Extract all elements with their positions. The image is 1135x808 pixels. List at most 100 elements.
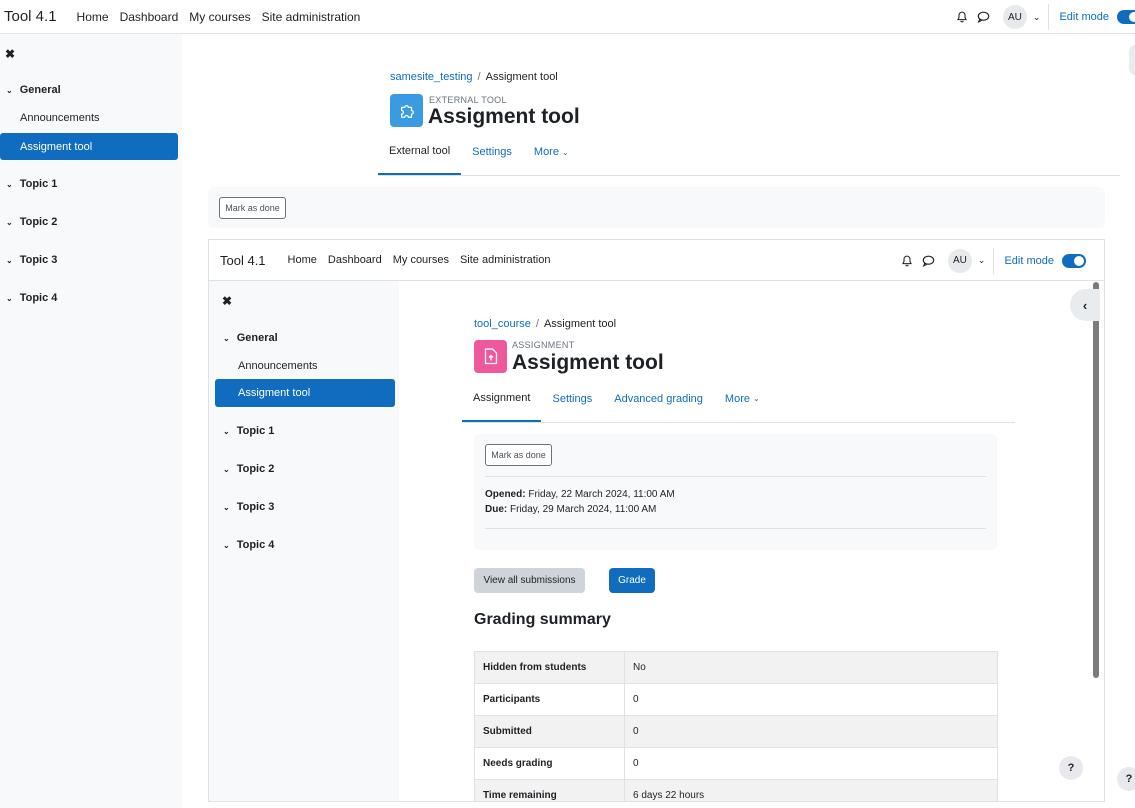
embedded-tool-frame: Tool 4.1 Home Dashboard My courses Site … (208, 239, 1105, 802)
chevron-down-icon[interactable]: ⌄ (6, 218, 13, 227)
section-topic-3[interactable]: ⌄ Topic 3 (223, 501, 274, 513)
embedded-page-title: Assigment tool (512, 351, 664, 374)
chevron-down-icon[interactable]: ⌄ (6, 256, 13, 265)
tab-more[interactable]: More ⌄ (714, 386, 771, 422)
tab-more-label: More (533, 146, 559, 158)
grade-button[interactable]: Grade (609, 568, 655, 593)
opened-date-row: Opened: Friday, 22 March 2024, 11:00 AM (485, 487, 675, 502)
navbar-divider (1048, 4, 1050, 30)
chevron-down-icon[interactable]: ⌄ (978, 255, 986, 266)
section-topic-3[interactable]: ⌄ Topic 3 (6, 254, 57, 266)
tab-assignment[interactable]: Assignment (462, 386, 542, 422)
bell-icon[interactable] (896, 250, 918, 272)
tab-more[interactable]: More ⌄ (523, 140, 580, 175)
embedded-scrollbar[interactable] (1093, 282, 1099, 678)
breadcrumb-separator: / (535, 318, 539, 330)
nav-site-administration[interactable]: Site administration (262, 10, 361, 24)
embedded-edit-mode-label: Edit mode (1004, 254, 1054, 267)
chevron-left-icon[interactable]: ‹ (1070, 289, 1100, 321)
divider (485, 476, 986, 477)
activity-announcements[interactable]: Announcements (0, 104, 178, 131)
tab-settings[interactable]: Settings (541, 386, 603, 422)
tab-more-label: More (724, 392, 750, 405)
chevron-down-icon[interactable]: ⌄ (6, 180, 13, 189)
activity-dates: Opened: Friday, 22 March 2024, 11:00 AM … (485, 487, 675, 517)
section-topic-2[interactable]: ⌄ Topic 2 (223, 463, 274, 475)
user-avatar[interactable]: AU (1002, 5, 1027, 29)
chevron-down-icon[interactable]: ⌄ (223, 427, 230, 436)
section-label: Topic 3 (19, 254, 58, 266)
chevron-down-icon[interactable]: ⌄ (223, 465, 230, 474)
grading-summary-heading: Grading summary (474, 611, 611, 628)
breadcrumb-course-link[interactable]: samesite_testing (390, 71, 473, 83)
embedded-nav-my-courses[interactable]: My courses (393, 254, 449, 266)
puzzle-icon (390, 94, 423, 127)
section-general[interactable]: ⌄ General (223, 332, 278, 344)
mark-as-done-button[interactable]: Mark as done (485, 444, 552, 466)
embedded-course-index: ✖ ⌄ General Announcements Assigment tool … (209, 281, 399, 801)
opened-label: Opened: (485, 489, 526, 500)
view-all-submissions-button[interactable]: View all submissions (474, 568, 585, 593)
chat-icon[interactable] (973, 6, 995, 28)
embedded-site-brand[interactable]: Tool 4.1 (220, 253, 266, 268)
page-title: Assigment tool (428, 105, 580, 128)
activity-completion-panel (208, 187, 1105, 228)
section-label: Topic 3 (236, 501, 275, 513)
close-icon[interactable]: ✖ (222, 294, 232, 308)
section-label: Topic 4 (19, 292, 58, 304)
section-label: Topic 1 (19, 178, 58, 190)
course-index-drawer: ✖ ⌄ General Announcements Assigment tool … (0, 34, 182, 808)
section-topic-4[interactable]: ⌄ Topic 4 (223, 539, 274, 551)
tab-settings[interactable]: Settings (461, 140, 523, 175)
row-label: Submitted (474, 715, 625, 748)
row-value: 0 (624, 747, 998, 780)
embedded-nav-site-administration[interactable]: Site administration (460, 254, 551, 266)
chevron-down-icon[interactable]: ⌄ (223, 541, 230, 550)
module-type-label: ASSIGNMENT (512, 340, 575, 350)
embedded-edit-mode-toggle[interactable] (1062, 253, 1086, 268)
section-topic-1[interactable]: ⌄ Topic 1 (223, 425, 274, 437)
embedded-nav-dashboard[interactable]: Dashboard (328, 254, 382, 266)
breadcrumb-course-link[interactable]: tool_course (474, 318, 531, 330)
breadcrumb-current: Assigment tool (485, 71, 558, 83)
activity-assigment-tool[interactable]: Assigment tool (215, 379, 395, 407)
section-label: Topic 4 (236, 539, 275, 551)
row-value: 0 (624, 715, 998, 748)
module-type-label: EXTERNAL TOOL (429, 95, 507, 105)
chat-icon[interactable] (918, 250, 940, 272)
close-icon[interactable]: ✖ (5, 47, 15, 61)
section-topic-2[interactable]: ⌄ Topic 2 (6, 216, 57, 228)
opened-value: Friday, 22 March 2024, 11:00 AM (528, 489, 675, 500)
help-button[interactable]: ? (1117, 767, 1135, 791)
section-label: Topic 1 (236, 425, 275, 437)
activity-announcements[interactable]: Announcements (215, 352, 395, 379)
embedded-user-avatar[interactable]: AU (947, 248, 972, 273)
embedded-help-button[interactable]: ? (1059, 756, 1083, 780)
mark-as-done-button[interactable]: Mark as done (219, 197, 286, 219)
section-topic-1[interactable]: ⌄ Topic 1 (6, 178, 57, 190)
chevron-down-icon[interactable]: ⌄ (1033, 12, 1041, 23)
chevron-down-icon[interactable]: ⌄ (6, 86, 13, 95)
site-brand[interactable]: Tool 4.1 (4, 8, 57, 25)
grading-summary-table: Hidden from students No Participants 0 Sub… (474, 651, 998, 801)
tab-external-tool[interactable]: External tool (378, 140, 462, 175)
edit-mode-toggle[interactable] (1117, 10, 1135, 24)
section-topic-4[interactable]: ⌄ Topic 4 (6, 292, 57, 304)
embedded-breadcrumb: tool_course / Assigment tool (474, 318, 616, 330)
chevron-down-icon: ⌄ (561, 147, 569, 157)
chevron-down-icon[interactable]: ⌄ (6, 294, 13, 303)
bell-icon[interactable] (951, 6, 973, 28)
chevron-down-icon[interactable]: ⌄ (223, 334, 230, 343)
chevron-down-icon[interactable]: ⌄ (223, 503, 230, 512)
activity-assigment-tool[interactable]: Assigment tool (0, 133, 178, 160)
nav-my-courses[interactable]: My courses (189, 10, 250, 24)
nav-home[interactable]: Home (77, 10, 109, 24)
outer-drawer-toggle[interactable] (1129, 44, 1135, 76)
section-general[interactable]: ⌄ General (6, 84, 61, 96)
nav-dashboard[interactable]: Dashboard (120, 10, 179, 24)
embedded-secondary-navigation: Assignment Settings Advanced grading Mor… (462, 386, 1015, 423)
row-label: Hidden from students (474, 651, 625, 684)
table-row: Hidden from students No (474, 651, 998, 684)
tab-advanced-grading[interactable]: Advanced grading (603, 386, 714, 422)
embedded-nav-home[interactable]: Home (288, 254, 317, 266)
